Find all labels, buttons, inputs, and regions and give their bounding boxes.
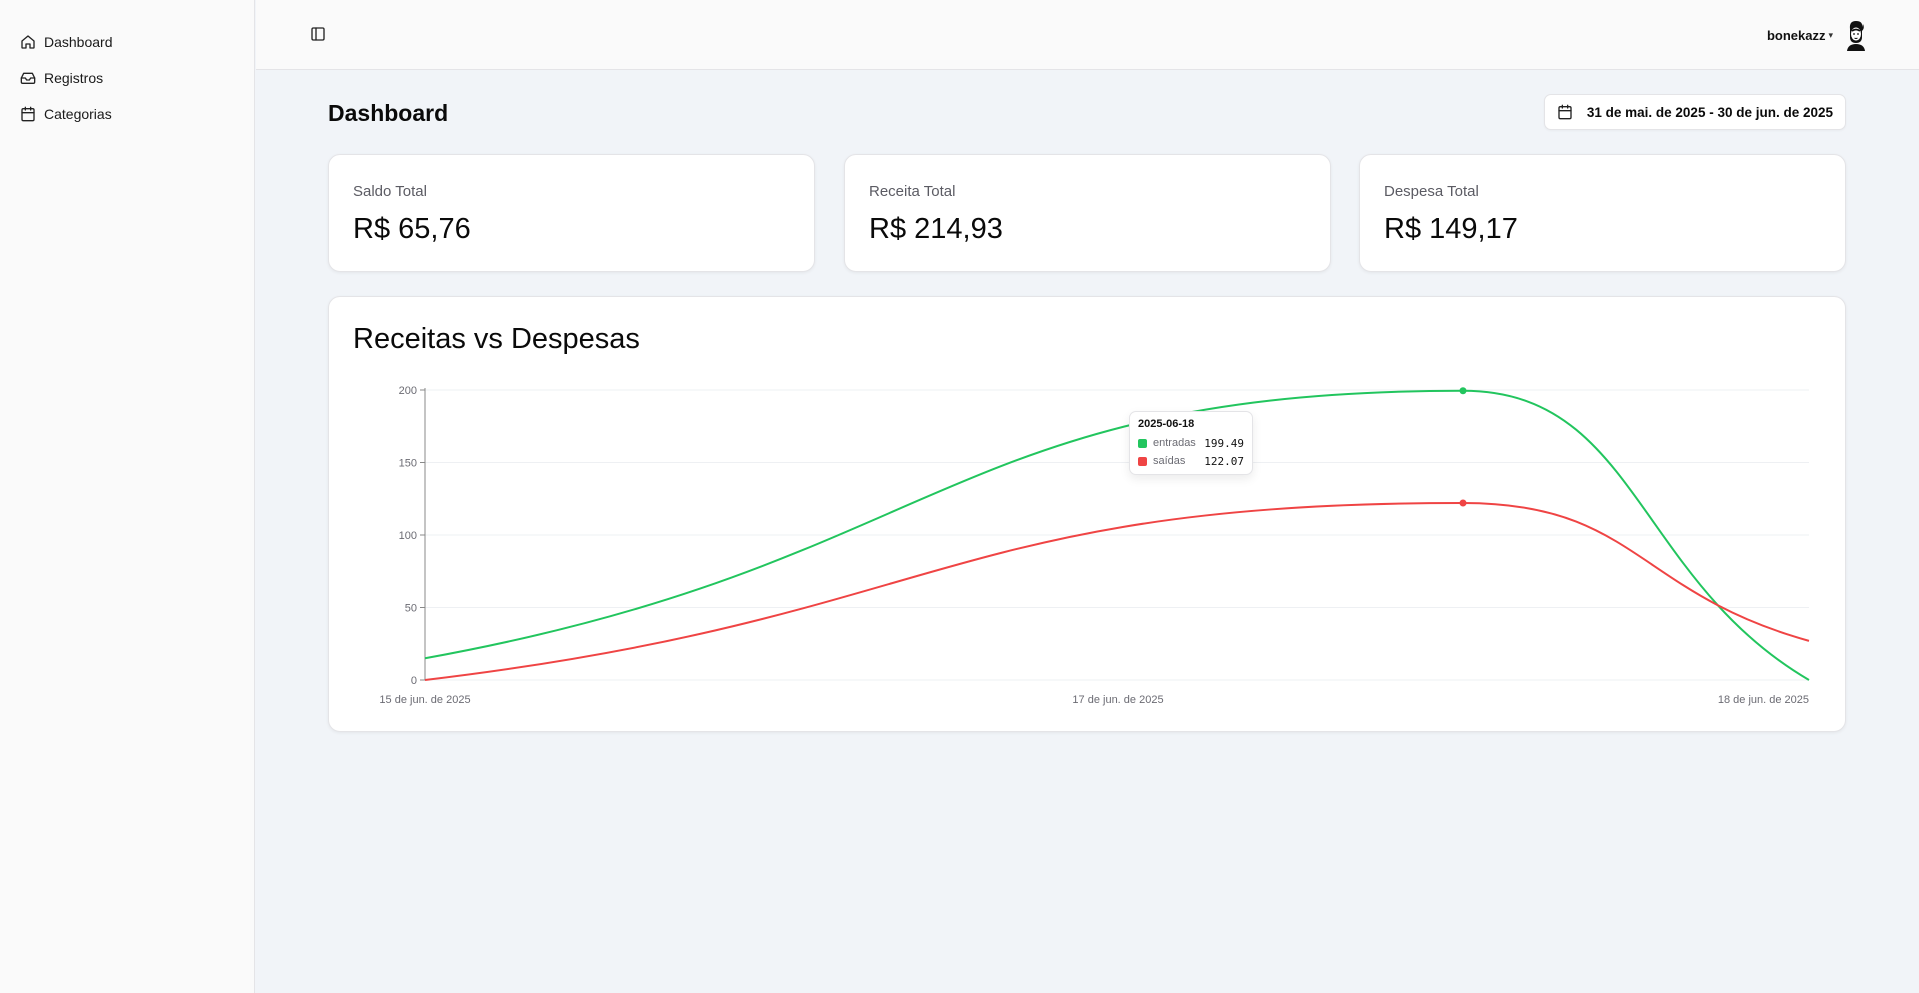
line-chart[interactable]: 0 50 100 150 200 15 de jun. de 2025 17 de jun.… <box>329 297 1847 733</box>
card-value: R$ 149,17 <box>1384 213 1518 245</box>
x-tick-label: 17 de jun. de 2025 <box>1072 694 1163 706</box>
legend-swatch-entradas <box>1138 438 1147 448</box>
sidebar-item-label: Registros <box>44 70 104 86</box>
sidebar-item-categorias[interactable]: Categorias <box>0 96 254 132</box>
tooltip-series-name: saídas <box>1153 455 1186 467</box>
date-range-picker[interactable]: 31 de mai. de 2025 - 30 de jun. de 2025 <box>1543 94 1846 130</box>
chart-card: Receitas vs Despesas 0 50 100 150 200 15 de j… <box>328 296 1846 732</box>
home-icon <box>20 34 36 50</box>
user-name: bonekazz <box>1766 27 1826 43</box>
card-receita-total: Receita Total R$ 214,93 <box>844 154 1331 272</box>
legend-swatch-saidas <box>1138 456 1147 466</box>
sidebar-item-registros[interactable]: Registros <box>0 60 254 96</box>
tooltip-row-saidas: saídas 122.07 <box>1138 452 1244 470</box>
date-range-label: 31 de mai. de 2025 - 30 de jun. de 2025 <box>1586 104 1833 120</box>
tooltip-series-value: 122.07 <box>1204 454 1244 468</box>
user-menu[interactable]: bonekazz ▾ <box>1767 18 1871 52</box>
card-value: R$ 214,93 <box>869 213 1003 245</box>
y-tick-label: 50 <box>405 603 417 615</box>
calendar-icon <box>1557 104 1573 120</box>
y-tick-label: 150 <box>399 458 417 470</box>
tooltip-series-value: 199.49 <box>1204 436 1244 450</box>
sidebar-item-label: Dashboard <box>44 34 113 50</box>
card-label: Receita Total <box>869 183 956 200</box>
panel-left-icon <box>311 27 325 41</box>
summary-cards: Saldo Total R$ 65,76 Receita Total R$ 21… <box>328 154 1846 272</box>
avatar[interactable] <box>1841 18 1871 52</box>
page-title: Dashboard <box>328 100 449 126</box>
inbox-icon <box>20 70 36 86</box>
tooltip-row-entradas: entradas 199.49 <box>1138 434 1244 452</box>
card-label: Despesa Total <box>1384 183 1479 200</box>
active-dot <box>1459 387 1467 395</box>
y-tick-label: 0 <box>411 675 417 687</box>
sidebar-nav: Dashboard Registros Categorias <box>0 0 254 132</box>
tooltip-date: 2025-06-18 <box>1138 418 1195 430</box>
chevron-down-icon: ▾ <box>1828 29 1833 40</box>
chart-tooltip: 2025-06-18 entradas 199.49 saídas 122.07 <box>1129 411 1253 475</box>
sidebar-toggle-button[interactable] <box>308 24 328 44</box>
card-label: Saldo Total <box>353 183 427 200</box>
x-tick-label: 15 de jun. de 2025 <box>379 694 470 706</box>
card-value: R$ 65,76 <box>353 213 471 245</box>
y-tick-label: 100 <box>399 530 417 542</box>
calendar-icon <box>20 106 36 122</box>
tooltip-series-name: entradas <box>1153 437 1196 449</box>
card-saldo-total: Saldo Total R$ 65,76 <box>328 154 815 272</box>
active-dot <box>1459 499 1467 507</box>
card-despesa-total: Despesa Total R$ 149,17 <box>1359 154 1846 272</box>
sidebar-item-label: Categorias <box>44 106 112 122</box>
topbar: bonekazz ▾ <box>256 0 1919 70</box>
series-line-saidas <box>424 501 1810 681</box>
x-tick-label: 18 de jun. de 2025 <box>1718 694 1809 706</box>
sidebar-item-dashboard[interactable]: Dashboard <box>0 24 254 60</box>
y-tick-label: 200 <box>399 385 417 397</box>
sidebar: Dashboard Registros Categorias <box>0 0 255 993</box>
